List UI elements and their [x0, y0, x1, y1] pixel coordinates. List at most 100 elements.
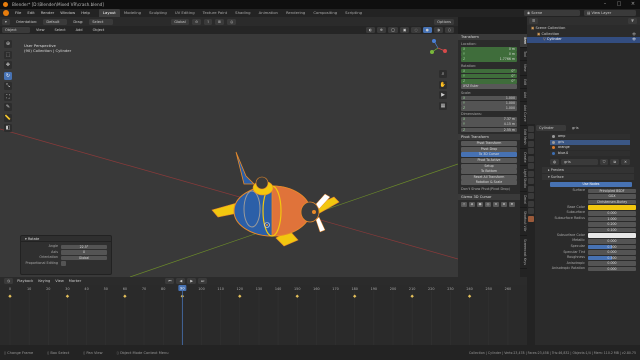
viewport-menu-object[interactable]: Object: [90, 27, 108, 33]
subsurface-method-dropdown[interactable]: Christensen-Burley: [588, 199, 636, 205]
input-value-field[interactable]: 0.200: [588, 222, 636, 227]
dimensions-x-field[interactable]: X 7.37 m: [461, 117, 517, 122]
timeline-editor-type-button[interactable]: ◷: [4, 278, 14, 284]
orientation-dropdown[interactable]: Default: [43, 18, 68, 25]
material-new-icon[interactable]: ⧉: [610, 158, 619, 165]
workspace-tab-compositing[interactable]: Compositing: [309, 9, 341, 17]
drag-dropdown[interactable]: Select Box: [89, 18, 114, 30]
jump-end-icon[interactable]: ⏭: [197, 278, 208, 284]
properties-tab-tool-icon[interactable]: [528, 125, 534, 132]
properties-tab-modifier-icon[interactable]: [528, 178, 534, 184]
perspective-toggle-icon[interactable]: ▦: [439, 101, 447, 110]
color-swatch[interactable]: [588, 205, 636, 210]
workspace-tab-uv-editing[interactable]: UV Editing: [171, 9, 199, 17]
sidebar-tab-light-studio[interactable]: Light Studio: [520, 166, 527, 193]
pivot-checkbox[interactable]: Don't Show Pivot(Pivot Drop): [458, 186, 520, 192]
workspace-tab-layout[interactable]: Layout: [98, 9, 120, 17]
camera-view-icon[interactable]: ▶: [439, 91, 447, 99]
material-name-field[interactable]: gris: [561, 158, 598, 165]
viewport-menu-view[interactable]: View: [33, 27, 48, 33]
gizmo-toggle-icon[interactable]: ⊕: [376, 27, 386, 33]
workspace-tab-rendering[interactable]: Rendering: [282, 9, 309, 17]
shading-material-icon[interactable]: ◑: [433, 27, 443, 33]
scene-selector[interactable]: ◉ Scene: [524, 10, 580, 16]
input-value-field[interactable]: 1.000: [588, 216, 636, 222]
gizmo-tool-icon[interactable]: ⊙: [493, 202, 499, 207]
pivot-panel-header[interactable]: Pivot Transform: [458, 134, 520, 141]
workspace-tab-scripting[interactable]: Scripting: [341, 9, 366, 17]
outliner-filter-button[interactable]: ⧩: [627, 18, 637, 24]
measure-icon[interactable]: 📏: [4, 113, 12, 122]
gizmo-tool-icon[interactable]: ◇: [461, 202, 467, 207]
workspace-tab-texture-paint[interactable]: Texture Paint: [199, 9, 232, 17]
view-layer-selector[interactable]: ▤ View Layer: [584, 10, 636, 16]
sidebar-tab-edit[interactable]: Edit: [520, 76, 527, 90]
operator-value[interactable]: Global: [61, 255, 107, 261]
pivot-button-pivot-to-active[interactable]: Pivot To Active: [461, 158, 517, 164]
pivot-button-reset-all-transform[interactable]: Reset All Transform: [461, 174, 517, 180]
timeline-menu-playback[interactable]: Playback: [17, 279, 33, 283]
input-value-field[interactable]: 0.000: [588, 266, 636, 272]
rotation-mode-dropdown[interactable]: XYZ Euler: [461, 84, 517, 90]
sidebar-tab-tool[interactable]: Tool: [520, 48, 527, 62]
zoom-icon[interactable]: ⌕: [439, 70, 447, 78]
distribution-dropdown[interactable]: GGX: [588, 194, 636, 199]
timeline-menu-keying[interactable]: Keying: [38, 279, 50, 283]
scale-x-field[interactable]: X 1.000: [461, 95, 517, 101]
keyframe-marker[interactable]: [410, 294, 414, 298]
pivot-button-pivot-transform[interactable]: Pivot Transform: [461, 141, 517, 147]
material-browse-icon[interactable]: ◍: [550, 158, 560, 165]
input-value-field[interactable]: 0.000: [588, 210, 636, 216]
select-box-icon[interactable]: ⬚: [4, 50, 12, 59]
pivot-point-button[interactable]: ⊙: [192, 18, 202, 25]
use-nodes-button[interactable]: Use Nodes: [550, 181, 632, 187]
workspace-tab-modeling[interactable]: Modeling: [120, 9, 145, 17]
input-value-field[interactable]: 0.500: [588, 255, 636, 261]
dimensions-z-field[interactable]: Z 2.55 m: [461, 127, 517, 133]
properties-tab-view-layer-icon[interactable]: [528, 148, 534, 154]
properties-tab-constraints-icon[interactable]: [528, 200, 534, 207]
gizmo-tool-icon[interactable]: ⊚: [501, 202, 507, 207]
overlays-toggle-icon[interactable]: ◯: [388, 27, 399, 33]
add-cube-icon[interactable]: ◧: [4, 124, 12, 132]
keyframe-marker[interactable]: [467, 294, 472, 298]
outliner-item-cylinder[interactable]: ▽ Cylinder 👁: [527, 37, 640, 43]
properties-tab-particles-icon[interactable]: [528, 185, 534, 192]
timeline-menu-view[interactable]: View: [55, 279, 64, 283]
operator-value[interactable]: X: [61, 250, 107, 255]
properties-tab-render-icon[interactable]: [528, 133, 534, 139]
input-value-field[interactable]: 0.100: [588, 227, 636, 233]
shading-rendered-icon[interactable]: ○: [444, 27, 454, 33]
close-button[interactable]: ×: [626, 0, 640, 9]
material-unlink-icon[interactable]: ✕: [620, 158, 630, 165]
workspace-tab-animation[interactable]: Animation: [255, 9, 282, 17]
keyframe-marker[interactable]: [123, 294, 127, 298]
menu-file[interactable]: File: [12, 9, 24, 17]
visibility-icon[interactable]: ◐: [365, 27, 375, 33]
mode-dropdown[interactable]: Object Mode: [2, 27, 30, 38]
viewport-menu-add[interactable]: Add: [73, 27, 86, 33]
menu-help[interactable]: Help: [78, 9, 93, 17]
sidebar-tab-create[interactable]: Create: [520, 149, 527, 167]
viewport-menu-select[interactable]: Select: [52, 27, 69, 33]
properties-tab-material-icon[interactable]: [528, 215, 534, 222]
color-swatch[interactable]: [588, 233, 636, 238]
dimensions-y-field[interactable]: Y 4.15 m: [461, 122, 517, 128]
proportional-editing-toggle[interactable]: ◎: [227, 18, 237, 25]
gizmo-panel-header[interactable]: Gizmo 3D Cursor: [458, 194, 520, 200]
properties-object-field[interactable]: Cylinder: [536, 125, 566, 131]
scale-z-field[interactable]: Z 1.000: [461, 106, 517, 111]
operator-value[interactable]: 22.5°: [61, 244, 107, 250]
material-slot[interactable]: blue.0: [550, 151, 630, 157]
properties-tab-data-icon[interactable]: [528, 208, 534, 214]
timeline[interactable]: 0 10 20 30 40 50 60 70 80 90 100 110 120 130 140 150 160…: [0, 285, 527, 345]
pivot-button-setup[interactable]: Setup: [461, 163, 517, 169]
scale-y-field[interactable]: Y 1.000: [461, 100, 517, 106]
gizmo-tool-icon[interactable]: ⊕: [509, 202, 515, 207]
pivot-button-to-3d-cursor[interactable]: To 3D Cursor: [461, 152, 517, 158]
sidebar-tab-shortcut-vur[interactable]: Shortcut VUr: [520, 208, 527, 236]
material-slot[interactable]: amp: [550, 134, 630, 139]
timeline-menu-marker[interactable]: Marker: [69, 279, 81, 283]
input-value-field[interactable]: 0.000: [588, 250, 636, 255]
play-reverse-icon[interactable]: ◀: [176, 278, 186, 284]
